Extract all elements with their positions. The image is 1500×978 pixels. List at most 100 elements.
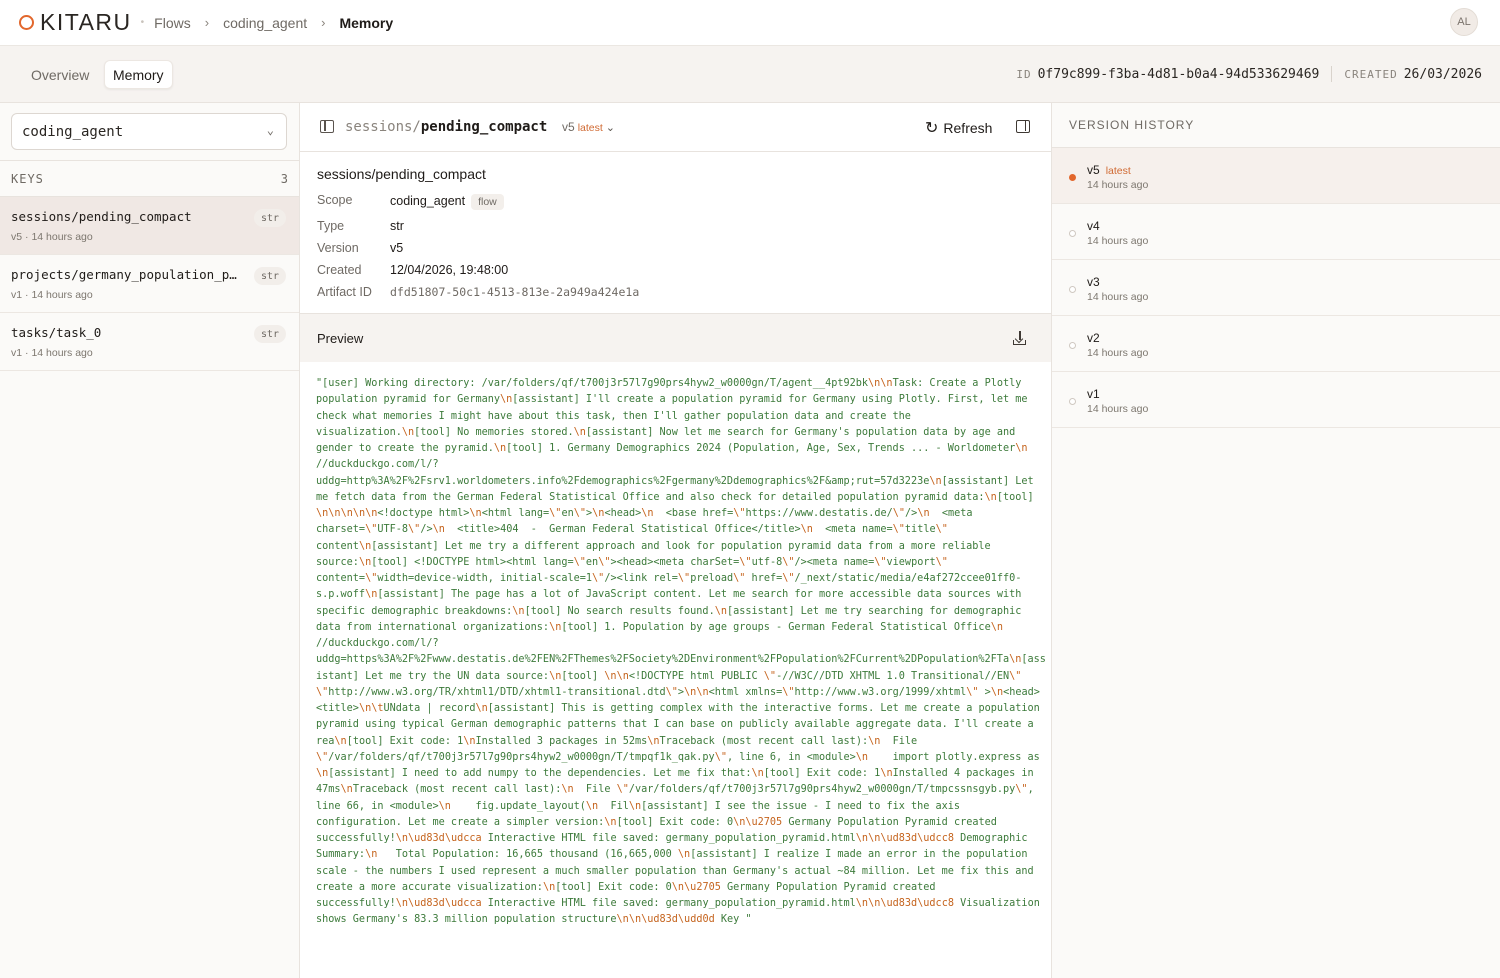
- preview-line: rea\n[tool] Exit code: 1\nInstalled 3 pa…: [316, 735, 918, 747]
- breadcrumb-current: Memory: [339, 14, 394, 31]
- version-label: v4: [1087, 219, 1100, 233]
- refresh-label: Refresh: [943, 120, 993, 136]
- preview-line: pyramid using typical German demographic…: [316, 719, 1034, 731]
- key-name: sessions/pending_compact: [11, 209, 192, 224]
- version-label: v3: [1087, 275, 1100, 289]
- memory-detail-panel: sessions/pending_compact v5 latest ⌄ ↻ Ref…: [300, 103, 1051, 978]
- breadcrumb-flow[interactable]: coding_agent: [223, 15, 307, 31]
- preview-line: scale - the numbers I used represent a m…: [316, 865, 1034, 877]
- keys-count: 3: [280, 171, 288, 186]
- preview-line: //duckduckgo.com/l/?: [316, 638, 439, 649]
- preview-line: \"http://www.w3.org/TR/xhtml1/DTD/xhtml1…: [316, 686, 1040, 698]
- keys-header: KEYS 3: [0, 160, 299, 197]
- version-bullet-icon: [1069, 230, 1076, 237]
- type-badge: str: [253, 325, 286, 343]
- preview-line: istant] Let me try the UN data source:\n…: [316, 670, 1022, 682]
- tab-overview[interactable]: Overview: [23, 60, 97, 89]
- history-panel-toggle-icon[interactable]: [1016, 120, 1030, 133]
- version-age: 14 hours ago: [1087, 291, 1149, 303]
- preview-header: Preview: [300, 313, 1051, 362]
- kitaru-logo[interactable]: KITARU: [19, 9, 132, 36]
- chevron-down-icon: ⌄: [266, 123, 274, 137]
- refresh-icon: ↻: [925, 120, 939, 137]
- detail-header: sessions/pending_compact v5 latest ⌄ ↻ Ref…: [300, 103, 1051, 152]
- version-label: v5 latest: [1087, 163, 1131, 177]
- preview-line: create a more accurate visualization:\n[…: [316, 881, 936, 893]
- preview-line: visualization.\n[tool] No memories store…: [316, 426, 1016, 438]
- breadcrumb-flows[interactable]: Flows: [154, 15, 191, 31]
- type-badge: str: [253, 267, 286, 285]
- version-history-title: VERSION HISTORY: [1069, 118, 1195, 132]
- version-bullet-icon: [1069, 174, 1076, 181]
- preview-line: \n\n\n\n\n<!doctype html>\n<html lang=\"…: [316, 508, 973, 519]
- preview-line: //duckduckgo.com/l/?: [316, 459, 439, 471]
- version-bullet-icon: [1069, 342, 1076, 349]
- preview-line: \n[assistant] I need to add numpy to the…: [316, 768, 1034, 779]
- preview-line: content=\"width=device-width, initial-sc…: [316, 573, 1022, 584]
- preview-line: shows Germany's 83.3 million population …: [316, 914, 752, 926]
- preview-line: \"/var/folders/qf/t700j3r57l7g90prs4hyw2…: [316, 751, 1040, 763]
- key-name: tasks/task_0: [11, 325, 102, 340]
- version-bullet-icon: [1069, 398, 1076, 405]
- chevron-down-icon: ⌄: [605, 122, 616, 134]
- preview-line: "[user] Working directory: /var/folders/…: [316, 378, 1022, 389]
- preview-line: uddg=https%3A%2F%2Fwww.destatis.de%2FEN%…: [316, 654, 1046, 666]
- version-item[interactable]: v3 14 hours ago: [1052, 260, 1500, 316]
- keys-label: KEYS: [11, 171, 44, 186]
- flow-select[interactable]: coding_agent ⌄: [11, 113, 287, 150]
- preview-line: <title>\n\tUNdata | record\n[assistant] …: [316, 703, 1040, 714]
- preview-line: line 66, in <module>\n fig.update_layout…: [316, 800, 961, 812]
- type-badge: str: [253, 209, 286, 227]
- brand-name: KITARU: [40, 9, 132, 35]
- key-meta: v1 · 14 hours ago: [11, 347, 93, 359]
- version-bullet-icon: [1069, 286, 1076, 293]
- user-avatar[interactable]: AL: [1450, 8, 1478, 36]
- key-meta: v5 · 14 hours ago: [11, 231, 93, 243]
- version-item[interactable]: v4 14 hours ago: [1052, 204, 1500, 260]
- version-item[interactable]: v1 14 hours ago: [1052, 372, 1500, 428]
- preview-content: "[user] Working directory: /var/folders/…: [316, 376, 1046, 929]
- preview-line: data from international organizations:\n…: [316, 621, 1003, 633]
- key-item[interactable]: projects/germany_population_pyramid v1 ·…: [0, 255, 299, 313]
- version-selector[interactable]: v5 latest ⌄: [562, 120, 615, 134]
- preview-line: source:\n[tool] <!DOCTYPE html><html lan…: [316, 556, 948, 568]
- preview-line: successfully!\n\ud83d\udcca Interactive …: [316, 833, 1028, 844]
- preview-line: s.p.woff\n[assistant] The page has a lot…: [316, 589, 1022, 601]
- key-item[interactable]: tasks/task_0 v1 · 14 hours ago str: [0, 313, 299, 371]
- preview-line: check what memories I might have about t…: [316, 410, 911, 422]
- sidebar-toggle-icon[interactable]: [320, 120, 334, 133]
- tab-memory[interactable]: Memory: [104, 60, 173, 89]
- refresh-button[interactable]: ↻ Refresh: [925, 118, 992, 138]
- id-value: 0f79c899-f3ba-4d81-b0a4-94d533629469: [1037, 66, 1320, 82]
- version-history-panel: VERSION HISTORY v5 latest 14 hours ago v4…: [1051, 103, 1500, 978]
- version-history-header: VERSION HISTORY: [1052, 103, 1500, 148]
- id-label: ID: [1016, 67, 1032, 81]
- dot-separator-icon: •: [140, 17, 145, 28]
- detail-title: sessions/pending_compact: [317, 166, 486, 182]
- preview-line: gender to create the pyramid.\n[tool] 1.…: [316, 443, 1028, 454]
- created-value: 26/03/2026: [1403, 66, 1482, 82]
- version-age: 14 hours ago: [1087, 403, 1149, 415]
- version-label: v1: [1087, 387, 1100, 401]
- version-age: 14 hours ago: [1087, 347, 1149, 359]
- flow-meta: ID 0f79c899-f3ba-4d81-b0a4-94d533629469 …: [1016, 66, 1482, 82]
- version-label: v2: [1087, 331, 1100, 345]
- tab-bar: Overview Memory ID 0f79c899-f3ba-4d81-b0…: [0, 46, 1500, 103]
- created-label: CREATED: [1344, 67, 1398, 81]
- preview-line: 47ms\nTraceback (most recent call last):…: [316, 784, 1034, 796]
- preview-label: Preview: [317, 330, 364, 346]
- chevron-right-icon: ›: [204, 15, 210, 30]
- version-item[interactable]: v2 14 hours ago: [1052, 316, 1500, 372]
- key-item[interactable]: sessions/pending_compact v5 · 14 hours a…: [0, 197, 299, 255]
- preview-line: charset=\"UTF-8\"/>\n <title>404 - Germa…: [316, 524, 948, 536]
- preview-line: configuration. Let me create a simpler v…: [316, 816, 997, 828]
- keys-panel: coding_agent ⌄ KEYS 3 sessions/pending_c…: [0, 103, 300, 978]
- preview-line: uddg=http%3A%2F%2Fsrv1.worldometers.info…: [316, 475, 1034, 487]
- preview-line: Summary:\n Total Population: 16,665 thou…: [316, 849, 1028, 861]
- key-meta: v1 · 14 hours ago: [11, 289, 93, 301]
- download-icon[interactable]: [1013, 331, 1026, 345]
- preview-line: successfully!\n\ud83d\udcca Interactive …: [316, 898, 1040, 909]
- meta-divider: [1331, 66, 1333, 82]
- version-item[interactable]: v5 latest 14 hours ago: [1052, 148, 1500, 204]
- key-name: projects/germany_population_pyramid: [11, 267, 243, 282]
